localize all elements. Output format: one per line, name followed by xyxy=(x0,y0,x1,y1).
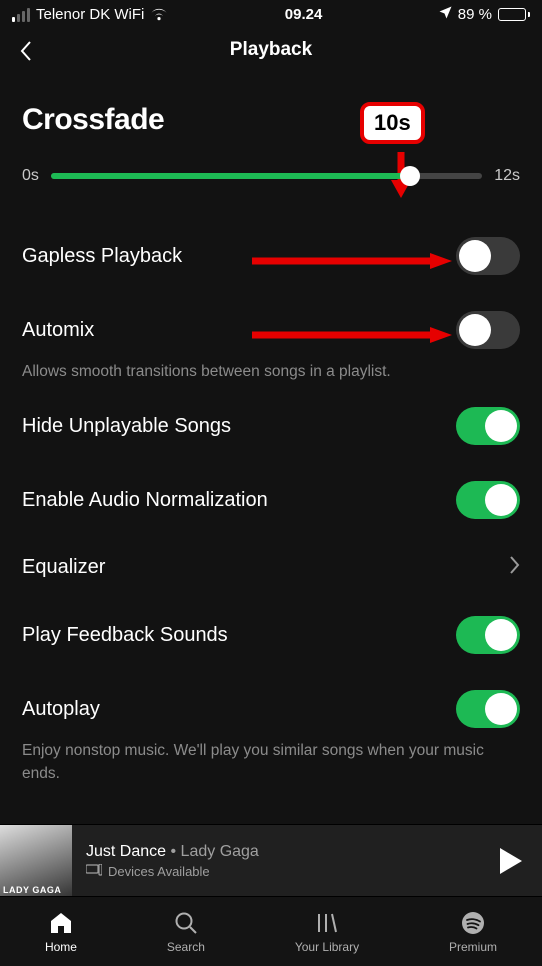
status-bar: Telenor DK WiFi 09.24 89 % xyxy=(0,0,542,25)
devices-available[interactable]: Devices Available xyxy=(86,864,496,879)
toggle-gapless[interactable] xyxy=(456,237,520,275)
nav-home[interactable]: Home xyxy=(45,910,77,954)
library-icon xyxy=(314,910,340,936)
now-playing-text: Just Dance • Lady Gaga Devices Available xyxy=(72,843,496,879)
label-normalize: Enable Audio Normalization xyxy=(22,489,268,512)
label-equalizer: Equalizer xyxy=(22,556,105,579)
annotation-arrow-right-icon xyxy=(252,251,426,261)
album-art-caption: LADY GAGA xyxy=(3,885,61,895)
home-icon xyxy=(48,910,74,936)
row-normalize: Enable Audio Normalization xyxy=(22,463,520,537)
spotify-icon xyxy=(460,910,486,936)
desc-autoplay: Enjoy nonstop music. We'll play you simi… xyxy=(22,740,520,785)
toggle-normalize[interactable] xyxy=(456,481,520,519)
toggle-autoplay[interactable] xyxy=(456,690,520,728)
page-header: Playback xyxy=(0,25,542,81)
devices-icon xyxy=(86,864,102,879)
slider-min-label: 0s xyxy=(22,167,39,185)
chevron-right-icon xyxy=(508,555,520,580)
label-autoplay: Autoplay xyxy=(22,698,100,721)
crossfade-slider-row: 0s 12s xyxy=(22,167,520,185)
back-button[interactable] xyxy=(18,39,34,68)
bottom-nav: Home Search Your Library Premium xyxy=(0,896,542,966)
toggle-hide-unplayable[interactable] xyxy=(456,407,520,445)
label-feedback: Play Feedback Sounds xyxy=(22,624,228,647)
play-button[interactable] xyxy=(496,846,524,876)
toggle-feedback[interactable] xyxy=(456,616,520,654)
label-hide-unplayable: Hide Unplayable Songs xyxy=(22,415,231,438)
row-autoplay: Autoplay xyxy=(22,672,520,746)
album-art: LADY GAGA xyxy=(0,825,72,897)
row-gapless: Gapless Playback xyxy=(22,219,520,293)
nav-search[interactable]: Search xyxy=(167,910,205,954)
row-automix: Automix xyxy=(22,293,520,367)
now-playing-separator: • xyxy=(166,843,181,860)
nav-premium-label: Premium xyxy=(449,940,497,954)
carrier-label: Telenor DK WiFi xyxy=(36,6,144,23)
row-feedback: Play Feedback Sounds xyxy=(22,598,520,672)
nav-premium[interactable]: Premium xyxy=(449,910,497,954)
label-automix: Automix xyxy=(22,319,94,342)
nav-home-label: Home xyxy=(45,940,77,954)
nav-search-label: Search xyxy=(167,940,205,954)
annotation-arrow-right-icon xyxy=(252,325,426,335)
devices-label: Devices Available xyxy=(108,864,210,879)
slider-max-label: 12s xyxy=(494,167,520,185)
row-hide-unplayable: Hide Unplayable Songs xyxy=(22,389,520,463)
cell-signal-icon xyxy=(12,8,30,22)
annotation-callout: 10s xyxy=(360,102,425,144)
status-time: 09.24 xyxy=(285,6,323,23)
battery-pct: 89 % xyxy=(458,6,492,23)
now-playing-song: Just Dance xyxy=(86,843,166,860)
nav-library-label: Your Library xyxy=(295,940,359,954)
search-icon xyxy=(173,910,199,936)
now-playing-artist: Lady Gaga xyxy=(181,843,259,860)
section-title-crossfade: Crossfade xyxy=(22,103,520,137)
nav-library[interactable]: Your Library xyxy=(295,910,359,954)
slider-thumb[interactable] xyxy=(400,166,420,186)
row-equalizer[interactable]: Equalizer xyxy=(22,537,520,598)
now-playing-bar[interactable]: LADY GAGA Just Dance • Lady Gaga Devices… xyxy=(0,824,542,896)
label-gapless: Gapless Playback xyxy=(22,245,182,268)
location-icon xyxy=(439,6,452,23)
battery-icon xyxy=(498,8,530,21)
crossfade-slider[interactable] xyxy=(51,173,482,179)
page-title: Playback xyxy=(230,39,312,61)
toggle-automix[interactable] xyxy=(456,311,520,349)
wifi-icon xyxy=(150,8,168,21)
